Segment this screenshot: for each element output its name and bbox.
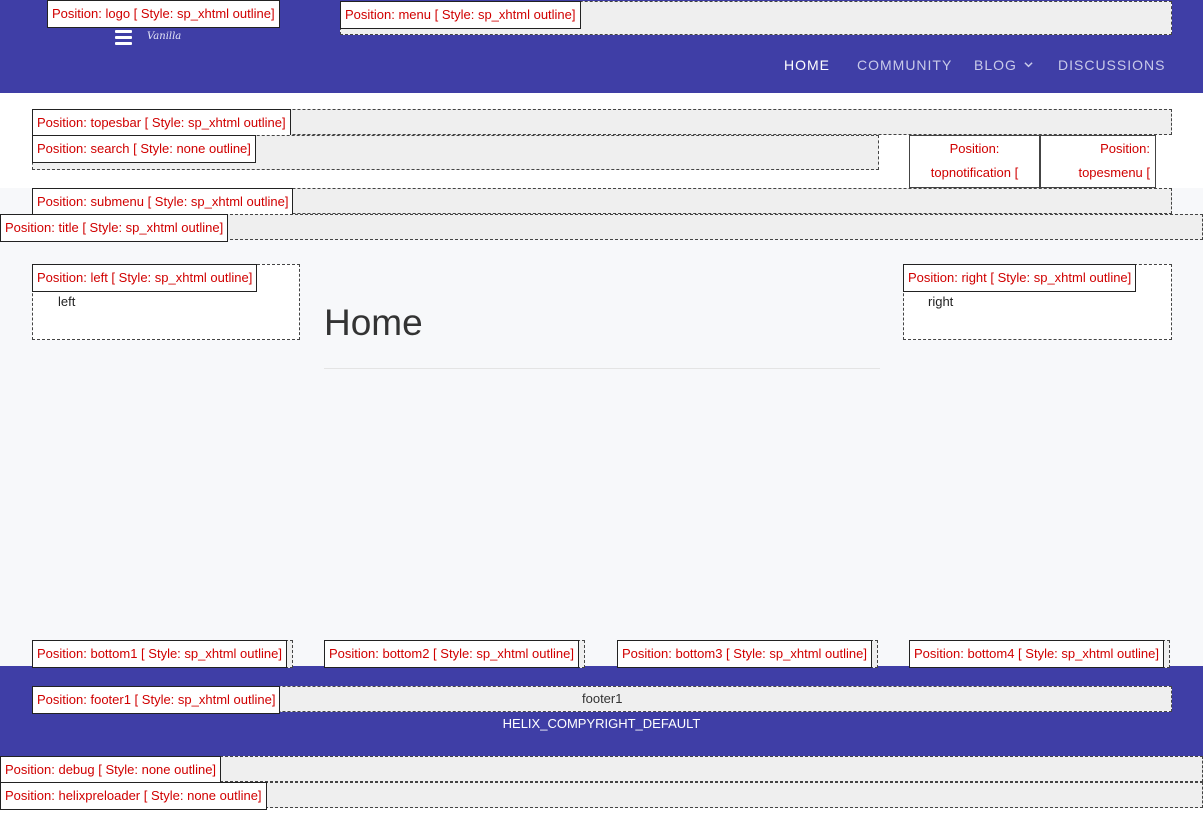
position-label-topnotification: Position: topnotification [ <box>930 141 1019 180</box>
position-label-menu: Position: menu [ Style: sp_xhtml outline… <box>340 1 581 29</box>
position-label-bottom4: Position: bottom4 [ Style: sp_xhtml outl… <box>909 640 1164 668</box>
right-module-text: right <box>928 294 954 309</box>
position-title: Position: title [ Style: sp_xhtml outlin… <box>0 214 1203 242</box>
position-label-bottom2: Position: bottom2 [ Style: sp_xhtml outl… <box>324 640 579 668</box>
position-left: Position: left [ Style: sp_xhtml outline… <box>32 264 300 340</box>
position-label-bottom1: Position: bottom1 [ Style: sp_xhtml outl… <box>32 640 287 668</box>
nav-community[interactable]: COMMUNITY <box>857 56 952 74</box>
position-label-left: Position: left [ Style: sp_xhtml outline… <box>32 264 258 292</box>
position-label-bottom3: Position: bottom3 [ Style: sp_xhtml outl… <box>617 640 872 668</box>
position-label-title: Position: title [ Style: sp_xhtml outlin… <box>0 214 229 242</box>
nav-home[interactable]: HOME <box>784 56 830 74</box>
nav-blog[interactable]: BLOG <box>974 56 1033 74</box>
position-helixpreloader: Position: helixpreloader [ Style: none o… <box>0 782 1203 810</box>
position-menu: Position: menu [ Style: sp_xhtml outline… <box>340 1 1172 35</box>
nav-blog-label: BLOG <box>974 57 1017 73</box>
position-label-submenu: Position: submenu [ Style: sp_xhtml outl… <box>32 188 294 216</box>
position-bottom1: Position: bottom1 [ Style: sp_xhtml outl… <box>32 640 293 668</box>
main-section <box>0 188 1203 640</box>
position-submenu: Position: submenu [ Style: sp_xhtml outl… <box>32 188 1172 216</box>
position-label-logo: Position: logo [ Style: sp_xhtml outline… <box>47 0 280 28</box>
position-label-right: Position: right [ Style: sp_xhtml outlin… <box>903 264 1137 292</box>
position-right: Position: right [ Style: sp_xhtml outlin… <box>903 264 1172 340</box>
position-topnotification: Position: topnotification [ <box>909 135 1040 188</box>
title-divider <box>324 368 880 369</box>
chevron-down-icon <box>1024 62 1033 68</box>
position-label-topesbar: Position: topesbar [ Style: sp_xhtml out… <box>32 109 291 137</box>
position-label-debug: Position: debug [ Style: none outline] <box>0 756 222 784</box>
position-label-search: Position: search [ Style: none outline] <box>32 135 256 163</box>
page-title: Home <box>324 302 423 343</box>
copyright-text: HELIX_COMPYRIGHT_DEFAULT <box>502 716 701 731</box>
position-topesmenu: Position: topesmenu [ <box>1040 135 1156 188</box>
left-module-text: left <box>58 294 76 309</box>
nav-discussions[interactable]: DISCUSSIONS <box>1058 56 1165 74</box>
footer1-module-text: footer1 <box>582 691 623 706</box>
hamburger-icon[interactable] <box>115 30 132 45</box>
position-label-helixpreloader: Position: helixpreloader [ Style: none o… <box>0 782 267 810</box>
position-footer1: Position: footer1 [ Style: sp_xhtml outl… <box>32 686 1172 714</box>
position-bottom4: Position: bottom4 [ Style: sp_xhtml outl… <box>909 640 1170 668</box>
position-logo: Position: logo [ Style: sp_xhtml outline… <box>47 0 286 29</box>
position-debug: Position: debug [ Style: none outline] <box>0 756 1203 784</box>
logo[interactable]: Vanilla <box>147 31 181 42</box>
position-label-topesmenu: Position: topesmenu [ <box>1078 141 1150 180</box>
position-bottom3: Position: bottom3 [ Style: sp_xhtml outl… <box>617 640 878 668</box>
position-topesbar: Position: topesbar [ Style: sp_xhtml out… <box>32 109 1172 137</box>
position-label-footer1: Position: footer1 [ Style: sp_xhtml outl… <box>32 686 281 714</box>
position-bottom2: Position: bottom2 [ Style: sp_xhtml outl… <box>324 640 585 668</box>
position-search: Position: search [ Style: none outline] <box>32 135 879 170</box>
